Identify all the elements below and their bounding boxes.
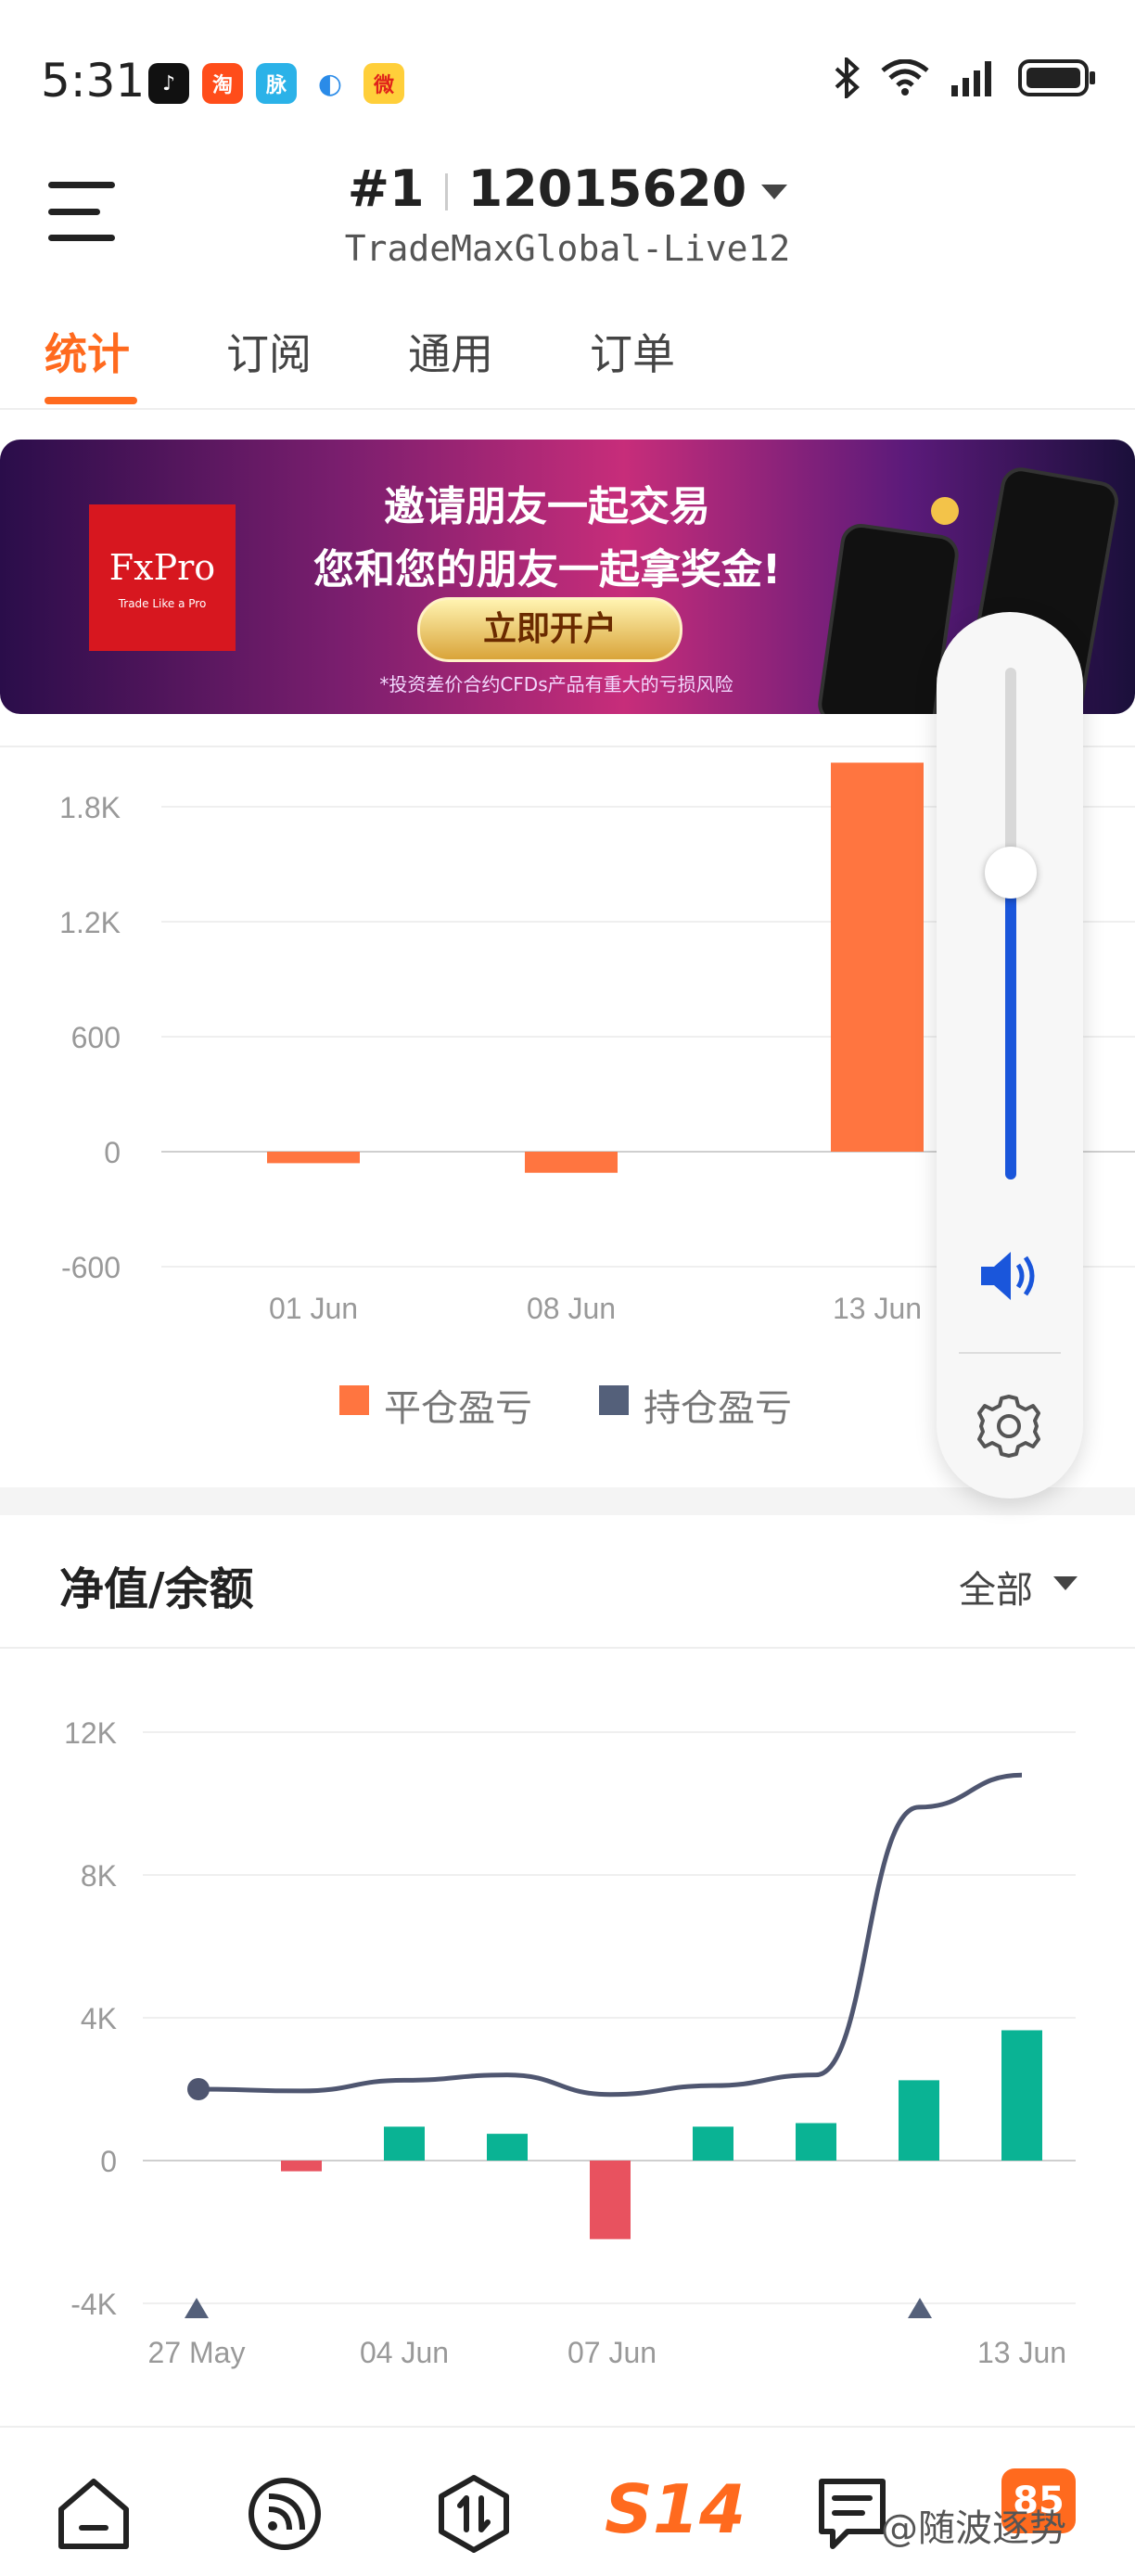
- tab-indicator: [45, 397, 137, 404]
- tab-statistics[interactable]: 统计: [45, 321, 130, 382]
- app-icon: 脉: [256, 63, 297, 104]
- bar-positive: [384, 2126, 425, 2161]
- equity-chart: 12K 8K 4K 0 -4K 27 May 04 Jun 07 Jun 13 Jun: [64, 1716, 1076, 2369]
- browser-icon: ◐: [310, 63, 351, 104]
- account-rank: #1: [347, 159, 425, 218]
- bar-closed-pl: [831, 762, 924, 1152]
- y-tick-label: -600: [61, 1251, 121, 1284]
- fxpro-logo: FxPro Trade Like a Pro: [89, 504, 236, 651]
- bar-closed-pl: [267, 1152, 360, 1164]
- s14-tab[interactable]: S14: [605, 2470, 746, 2548]
- legend-closed-pl: 平仓盈亏: [384, 1387, 532, 1430]
- status-time: 5:31: [41, 54, 146, 108]
- risk-disclaimer: *投资差价合约CFDs产品有重大的亏损风险: [379, 673, 733, 695]
- y-tick-label: 12K: [64, 1716, 117, 1750]
- period-marker-triangle: [908, 2298, 932, 2318]
- volume-slider-handle[interactable]: [985, 846, 1037, 899]
- feed-icon[interactable]: [243, 2472, 326, 2556]
- tab-subscribe[interactable]: 订阅: [226, 321, 312, 382]
- tab-orders[interactable]: 订单: [590, 321, 675, 382]
- period-marker-triangle: [185, 2298, 209, 2318]
- coin-icon: [931, 497, 959, 525]
- server-name: TradeMaxGlobal-Live12: [344, 228, 791, 269]
- x-tick-label: 01 Jun: [269, 1292, 358, 1325]
- y-tick-label: 0: [100, 2145, 117, 2178]
- status-icons: [833, 57, 1098, 98]
- speaker-icon[interactable]: [977, 1248, 1042, 1304]
- account-number: 12015620: [467, 159, 747, 218]
- divider: [959, 1352, 1061, 1354]
- bar-closed-pl: [525, 1152, 618, 1173]
- divider: [0, 1647, 1135, 1649]
- banner-headline: 邀请朋友一起交易: [384, 483, 710, 530]
- x-tick-label: 08 Jun: [527, 1292, 616, 1325]
- x-tick-label: 04 Jun: [360, 2336, 449, 2369]
- equity-line: [198, 1772, 1023, 2098]
- banner-subheadline: 您和您的朋友一起拿奖金!: [312, 546, 782, 593]
- bar-positive: [1001, 2030, 1042, 2161]
- y-tick-label: 8K: [81, 1859, 117, 1893]
- divider: [0, 408, 1135, 410]
- legend-open-pl: 持仓盈亏: [644, 1387, 792, 1430]
- account-selector[interactable]: #1 12015620: [0, 159, 1135, 218]
- y-tick-label: 600: [71, 1021, 121, 1054]
- start-point-marker: [187, 2078, 210, 2100]
- logo-text: FxPro: [108, 547, 216, 588]
- volume-slider-fill: [1005, 872, 1016, 1180]
- taobao-icon: 淘: [202, 63, 243, 104]
- tab-general[interactable]: 通用: [408, 321, 493, 382]
- watermark: @随波逐势: [881, 2507, 1066, 2550]
- divider: [444, 173, 448, 211]
- open-account-button[interactable]: 立即开户: [417, 597, 682, 662]
- bar-positive: [899, 2080, 939, 2161]
- bar-positive: [796, 2123, 836, 2161]
- legend-closed-pl-swatch: [339, 1385, 369, 1415]
- y-tick-label: 0: [104, 1136, 121, 1169]
- section-title: 净值/余额: [59, 1563, 254, 1615]
- bar-negative: [590, 2161, 631, 2239]
- home-icon[interactable]: [52, 2472, 135, 2556]
- x-tick-label: 13 Jun: [977, 2336, 1066, 2369]
- y-tick-label: 4K: [81, 2002, 117, 2035]
- caret-down-icon: [761, 185, 788, 200]
- y-tick-label: -4K: [70, 2288, 117, 2321]
- caret-down-icon: [1053, 1576, 1078, 1590]
- y-tick-label: 1.8K: [59, 791, 121, 824]
- logo-tagline: Trade Like a Pro: [118, 597, 207, 610]
- bar-positive: [487, 2134, 528, 2161]
- bluetooth-icon: [835, 57, 860, 98]
- signal-icon: [951, 61, 991, 96]
- trade-icon[interactable]: [432, 2472, 516, 2556]
- period-filter[interactable]: 全部: [959, 1560, 1033, 1613]
- y-tick-label: 1.2K: [59, 906, 121, 939]
- tiktok-icon: ♪: [148, 63, 189, 104]
- x-tick-label: 27 May: [148, 2336, 246, 2369]
- legend-open-pl-swatch: [599, 1385, 629, 1415]
- bar-positive: [693, 2126, 733, 2161]
- gear-icon[interactable]: [974, 1391, 1044, 1461]
- x-tick-label: 13 Jun: [833, 1292, 922, 1325]
- section-separator: [0, 1487, 1135, 1515]
- x-tick-label: 07 Jun: [568, 2336, 657, 2369]
- wifi-icon: [881, 59, 929, 96]
- bar-negative: [281, 2161, 322, 2172]
- battery-icon: [1018, 59, 1095, 96]
- weibo-icon: 微: [363, 63, 404, 104]
